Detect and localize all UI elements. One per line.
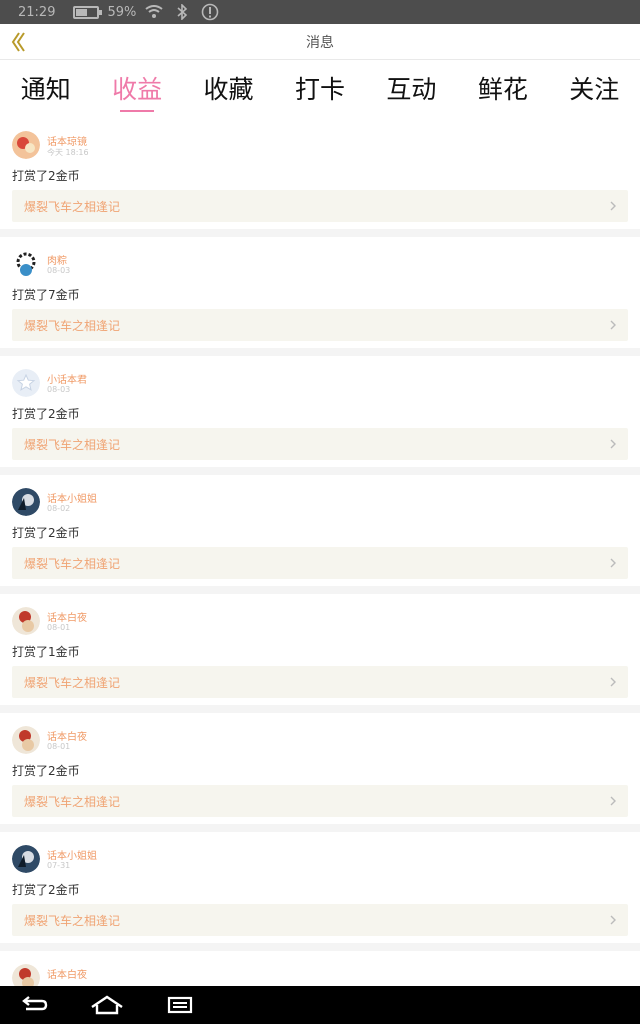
user-name[interactable]: 小话本君 <box>47 371 87 386</box>
user-name[interactable]: 话本琼镜 <box>47 133 87 148</box>
chevron-right-icon <box>610 558 616 568</box>
book-link[interactable]: 爆裂飞车之相逢记 <box>12 666 628 698</box>
back-nav-button[interactable] <box>14 990 54 1020</box>
book-title: 爆裂飞车之相逢记 <box>24 437 121 452</box>
tab-flowers[interactable]: 鲜花 <box>457 60 548 118</box>
item-date: 08-03 <box>47 385 71 394</box>
avatar[interactable] <box>12 607 40 635</box>
avatar[interactable] <box>12 488 40 516</box>
list-item: 话本白夜 08-01 打赏了2金币 爆裂飞车之相逢记 <box>0 713 640 824</box>
book-title: 爆裂飞车之相逢记 <box>24 913 121 928</box>
battery-percent: 59% <box>107 4 137 20</box>
chevron-right-icon <box>610 677 616 687</box>
item-date: 08-03 <box>47 266 71 275</box>
item-message: 打赏了2金币 <box>12 526 80 540</box>
item-date: 07-31 <box>47 861 71 870</box>
book-title: 爆裂飞车之相逢记 <box>24 794 121 809</box>
book-link[interactable]: 爆裂飞车之相逢记 <box>12 190 628 222</box>
book-title: 爆裂飞车之相逢记 <box>24 318 121 333</box>
home-nav-button[interactable] <box>87 990 127 1020</box>
status-bar: 21:29 59% <box>0 0 640 24</box>
book-link[interactable]: 爆裂飞车之相逢记 <box>12 785 628 817</box>
tab-interaction[interactable]: 互动 <box>366 60 457 118</box>
item-date: 08-02 <box>47 504 71 513</box>
tab-follow[interactable]: 关注 <box>549 60 640 118</box>
user-name[interactable]: 话本白夜 <box>47 609 87 624</box>
system-nav-bar <box>0 986 640 1024</box>
item-date: 08-01 <box>47 742 71 751</box>
book-link[interactable]: 爆裂飞车之相逢记 <box>12 904 628 936</box>
avatar[interactable] <box>12 845 40 873</box>
tab-notice[interactable]: 通知 <box>0 60 91 118</box>
list-item: 话本琼镜 今天 18:16 打赏了2金币 爆裂飞车之相逢记 <box>0 118 640 229</box>
tab-bar: 通知 收益 收藏 打卡 互动 鲜花 关注 <box>0 60 640 118</box>
chevron-right-icon <box>610 320 616 330</box>
bluetooth-icon <box>172 2 192 22</box>
recents-icon <box>167 996 193 1014</box>
item-message: 打赏了2金币 <box>12 169 80 183</box>
status-time: 21:29 <box>18 4 56 20</box>
book-title: 爆裂飞车之相逢记 <box>24 199 121 214</box>
user-name[interactable]: 肉粽 <box>47 252 67 267</box>
avatar[interactable] <box>12 726 40 754</box>
item-message: 打赏了2金币 <box>12 764 80 778</box>
item-message: 打赏了2金币 <box>12 883 80 897</box>
list-item: 话本白夜 08-01 打赏了1金币 爆裂飞车之相逢记 <box>0 594 640 705</box>
alert-icon <box>200 2 220 22</box>
list-item: 小话本君 08-03 打赏了2金币 爆裂飞车之相逢记 <box>0 356 640 467</box>
battery-icon <box>73 5 103 19</box>
list-item: 话本小姐姐 08-02 打赏了2金币 爆裂飞车之相逢记 <box>0 475 640 586</box>
avatar[interactable] <box>12 369 40 397</box>
chevron-left-icon <box>11 32 25 52</box>
book-link[interactable]: 爆裂飞车之相逢记 <box>12 547 628 579</box>
avatar[interactable] <box>12 250 40 278</box>
tab-favorites[interactable]: 收藏 <box>183 60 274 118</box>
user-name[interactable]: 话本小姐姐 <box>47 847 97 862</box>
user-name[interactable]: 话本小姐姐 <box>47 490 97 505</box>
user-name[interactable]: 话本白夜 <box>47 966 87 981</box>
back-arrow-icon <box>22 996 48 1011</box>
tab-checkin[interactable]: 打卡 <box>274 60 365 118</box>
user-name[interactable]: 话本白夜 <box>47 728 87 743</box>
list-item: 肉粽 08-03 打赏了7金币 爆裂飞车之相逢记 <box>0 237 640 348</box>
chevron-right-icon <box>610 201 616 211</box>
chevron-right-icon <box>610 915 616 925</box>
page-title: 消息 <box>306 34 334 51</box>
item-message: 打赏了2金币 <box>12 407 80 421</box>
book-link[interactable]: 爆裂飞车之相逢记 <box>12 428 628 460</box>
chevron-right-icon <box>610 439 616 449</box>
chevron-right-icon <box>610 796 616 806</box>
list-item: 话本小姐姐 07-31 打赏了2金币 爆裂飞车之相逢记 <box>0 832 640 943</box>
item-message: 打赏了7金币 <box>12 288 80 302</box>
item-message: 打赏了1金币 <box>12 645 80 659</box>
recents-nav-button[interactable] <box>160 990 200 1020</box>
item-date: 08-01 <box>47 623 71 632</box>
home-icon <box>91 995 123 1015</box>
tab-earnings[interactable]: 收益 <box>91 60 182 118</box>
header: 消息 <box>0 24 640 60</box>
item-date: 今天 18:16 <box>47 148 89 157</box>
back-button[interactable] <box>6 28 30 56</box>
book-title: 爆裂飞车之相逢记 <box>24 556 121 571</box>
book-title: 爆裂飞车之相逢记 <box>24 675 121 690</box>
avatar[interactable] <box>12 131 40 159</box>
book-link[interactable]: 爆裂飞车之相逢记 <box>12 309 628 341</box>
wifi-icon <box>144 2 164 22</box>
earnings-list: 话本琼镜 今天 18:16 打赏了2金币 爆裂飞车之相逢记 肉粽 08-03 打… <box>0 118 640 1011</box>
